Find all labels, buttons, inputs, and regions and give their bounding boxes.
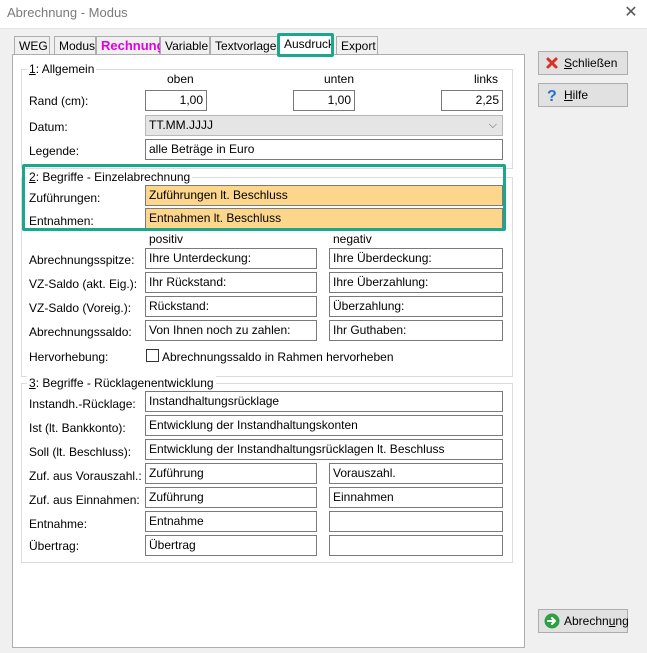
soll-beschluss-field[interactable]: Entwicklung der Instandhaltungsrücklagen… [145,439,503,460]
uebertrag-label: Übertrag: [29,539,80,553]
chevron-down-icon: ⌵ [488,119,497,131]
schliessen-label: Schließen [564,56,618,70]
vz-saldo-akt-label: VZ-Saldo (akt. Eig.): [29,277,138,291]
hervorhebung-checkbox-label[interactable]: Abrechnungssaldo in Rahmen hervorheben [162,350,394,364]
column-label-negativ: negativ [333,232,372,246]
vz-saldo-voreig-negativ-field[interactable]: Überzahlung: [329,296,503,317]
hilfe-label: Hilfe [564,88,589,102]
zuf-vorauszahl-label: Zuf. aus Vorauszahl.: [29,469,142,483]
rand-links-field[interactable]: 2,25 [441,90,503,111]
vz-saldo-akt-positiv-field[interactable]: Ihr Rückstand: [145,272,317,293]
legende-field[interactable]: alle Beträge in Euro [145,139,503,160]
ist-bankkonto-label: Ist (lt. Bankkonto): [29,421,126,435]
abrechnungsspitze-positiv-field[interactable]: Ihre Unterdeckung: [145,248,317,269]
datum-format-select[interactable]: TT.MM.JJJJ ⌵ [145,115,503,136]
tab-weg[interactable]: WEG [14,36,50,54]
abrechnungssaldo-negativ-field[interactable]: Ihr Guthaben: [329,320,503,341]
entnahme-field-a[interactable]: Entnahme [145,511,317,532]
schliessen-button[interactable]: Schließen [538,51,628,75]
datum-format-value: TT.MM.JJJJ [149,118,213,132]
rand-label: Rand (cm): [29,94,89,108]
uebertrag-field-a[interactable]: Übertrag [145,535,317,556]
datum-label: Datum: [29,120,68,134]
ist-bankkonto-field[interactable]: Entwicklung der Instandhaltungskonten [145,415,503,436]
column-label-oben: oben [167,72,194,86]
abrechnungssaldo-positiv-field[interactable]: Von Ihnen noch zu zahlen: [145,320,317,341]
instandh-ruecklage-field[interactable]: Instandhaltungsrücklage [145,391,503,412]
arrow-right-green-icon [544,613,560,629]
zuf-einnahmen-field-b[interactable]: Einnahmen [329,487,503,508]
rand-oben-field[interactable]: 1,00 [145,90,207,111]
tab-export[interactable]: Export [336,36,378,54]
column-label-links: links [474,72,499,86]
question-blue-icon: ? [544,87,560,105]
abrechnungsspitze-label: Abrechnungsspitze: [29,253,135,267]
tab-rechnung[interactable]: Rechnung [96,36,165,54]
zuf-vorauszahl-field-a[interactable]: Zuführung [145,463,317,484]
hervorhebung-checkbox[interactable] [146,349,159,362]
group-title-allgemein: 1: Allgemein [27,62,97,76]
tab-content-panel: 1: Allgemein oben unten links Rand (cm):… [12,54,525,648]
title-bar: Abrechnung - Modus ✕ [0,0,647,28]
abrechnungsspitze-negativ-field[interactable]: Ihre Überdeckung: [329,248,503,269]
legende-label: Legende: [29,144,80,158]
rand-unten-field[interactable]: 1,00 [293,90,355,111]
tab-highlight-frame [277,33,334,57]
x-red-icon [544,55,560,71]
uebertrag-field-b[interactable] [329,535,503,556]
zuf-einnahmen-field-a[interactable]: Zuführung [145,487,317,508]
hervorhebung-label: Hervorhebung: [29,350,109,364]
tab-modus[interactable]: Modus [54,36,96,54]
button-panel: Schließen ? Hilfe Abrechnung [530,34,640,648]
tab-textvorlage[interactable]: Textvorlage [210,36,278,54]
column-label-unten: unten [324,72,355,86]
window-title: Abrechnung - Modus [7,5,128,20]
group-title-ruecklagenentwicklung: 3: Begriffe - Rücklagenentwicklung [27,376,216,390]
tab-variable[interactable]: Variable [160,36,210,54]
entnahme-label: Entnahme: [29,517,88,531]
zuf-vorauszahl-field-b[interactable]: Vorauszahl. [329,463,503,484]
vz-saldo-akt-negativ-field[interactable]: Ihre Überzahlung: [329,272,503,293]
window-close-icon[interactable]: ✕ [621,3,641,23]
hilfe-button[interactable]: ? Hilfe [538,83,628,107]
vz-saldo-voreig-label: VZ-Saldo (Voreig.): [29,301,132,315]
abrechnungssaldo-label: Abrechnungssaldo: [29,325,132,339]
einzelabrechnung-highlight-frame [22,164,506,231]
entnahme-field-b[interactable] [329,511,503,532]
abrechnung-button[interactable]: Abrechnung [538,609,629,633]
instandh-ruecklage-label: Instandh.-Rücklage: [29,397,136,411]
abrechnung-label: Abrechnung [564,614,629,628]
soll-beschluss-label: Soll (lt. Beschluss): [29,445,132,459]
zuf-einnahmen-label: Zuf. aus Einnahmen: [29,493,140,507]
svg-text:?: ? [547,88,557,103]
vz-saldo-voreig-positiv-field[interactable]: Rückstand: [145,296,317,317]
column-label-positiv: positiv [149,232,184,246]
